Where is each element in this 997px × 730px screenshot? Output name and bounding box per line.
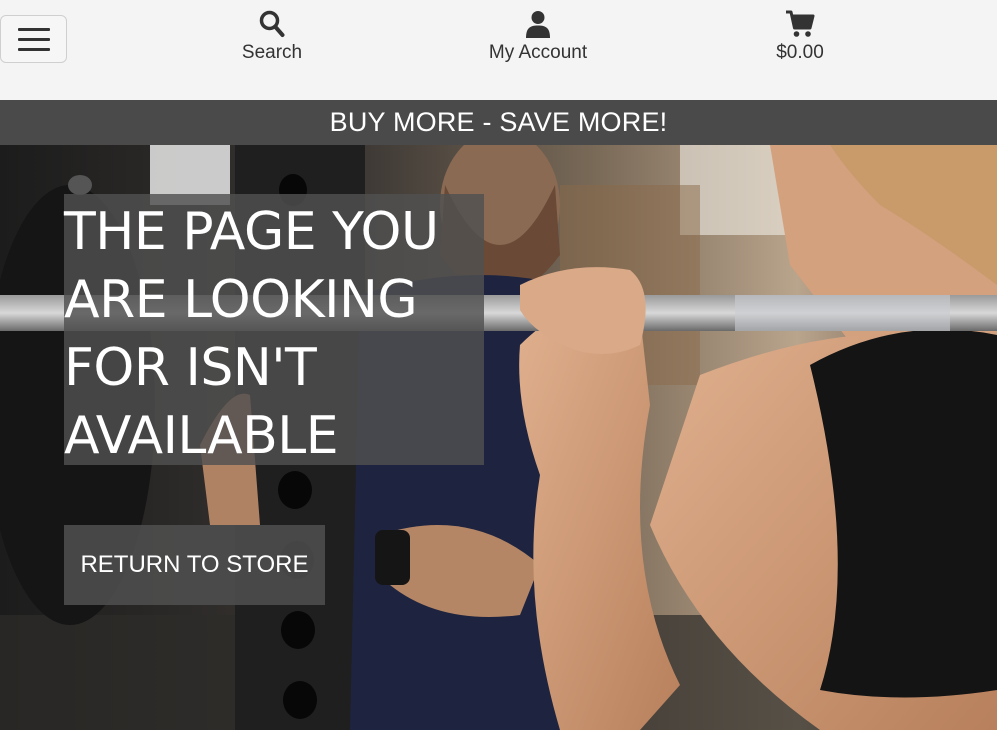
title-line: THE PAGE YOU — [64, 202, 439, 262]
promo-banner: BUY MORE - SAVE MORE! — [0, 100, 997, 145]
site-header: Search My Account $0.00 — [0, 0, 997, 100]
title-line: FOR ISN'T — [64, 338, 317, 398]
promo-banner-text: BUY MORE - SAVE MORE! — [329, 107, 668, 137]
menu-toggle-button[interactable] — [0, 15, 67, 63]
title-line: ARE LOOKING — [64, 270, 418, 330]
user-icon — [526, 11, 550, 38]
search-label: Search — [241, 42, 303, 63]
error-message-panel: THE PAGE YOU ARE LOOKING FOR ISN'T AVAIL… — [64, 194, 484, 466]
hamburger-icon-bar — [18, 48, 50, 51]
search-icon — [259, 10, 285, 37]
return-to-store-button[interactable]: RETURN TO STORE — [64, 525, 325, 605]
hamburger-icon — [18, 28, 50, 31]
cart-icon — [786, 10, 815, 37]
cart-nav-link[interactable]: $0.00 — [730, 10, 870, 70]
my-account-nav-link[interactable]: My Account — [468, 10, 608, 70]
search-nav-link[interactable]: Search — [202, 10, 342, 70]
hero-section: THE PAGE YOU ARE LOOKING FOR ISN'T AVAIL… — [0, 145, 997, 730]
page-not-found-title: THE PAGE YOU ARE LOOKING FOR ISN'T AVAIL… — [64, 198, 484, 470]
my-account-label: My Account — [488, 42, 588, 63]
cart-total-label: $0.00 — [776, 42, 824, 63]
hamburger-icon-bar — [18, 38, 50, 41]
title-line: AVAILABLE — [64, 406, 339, 466]
